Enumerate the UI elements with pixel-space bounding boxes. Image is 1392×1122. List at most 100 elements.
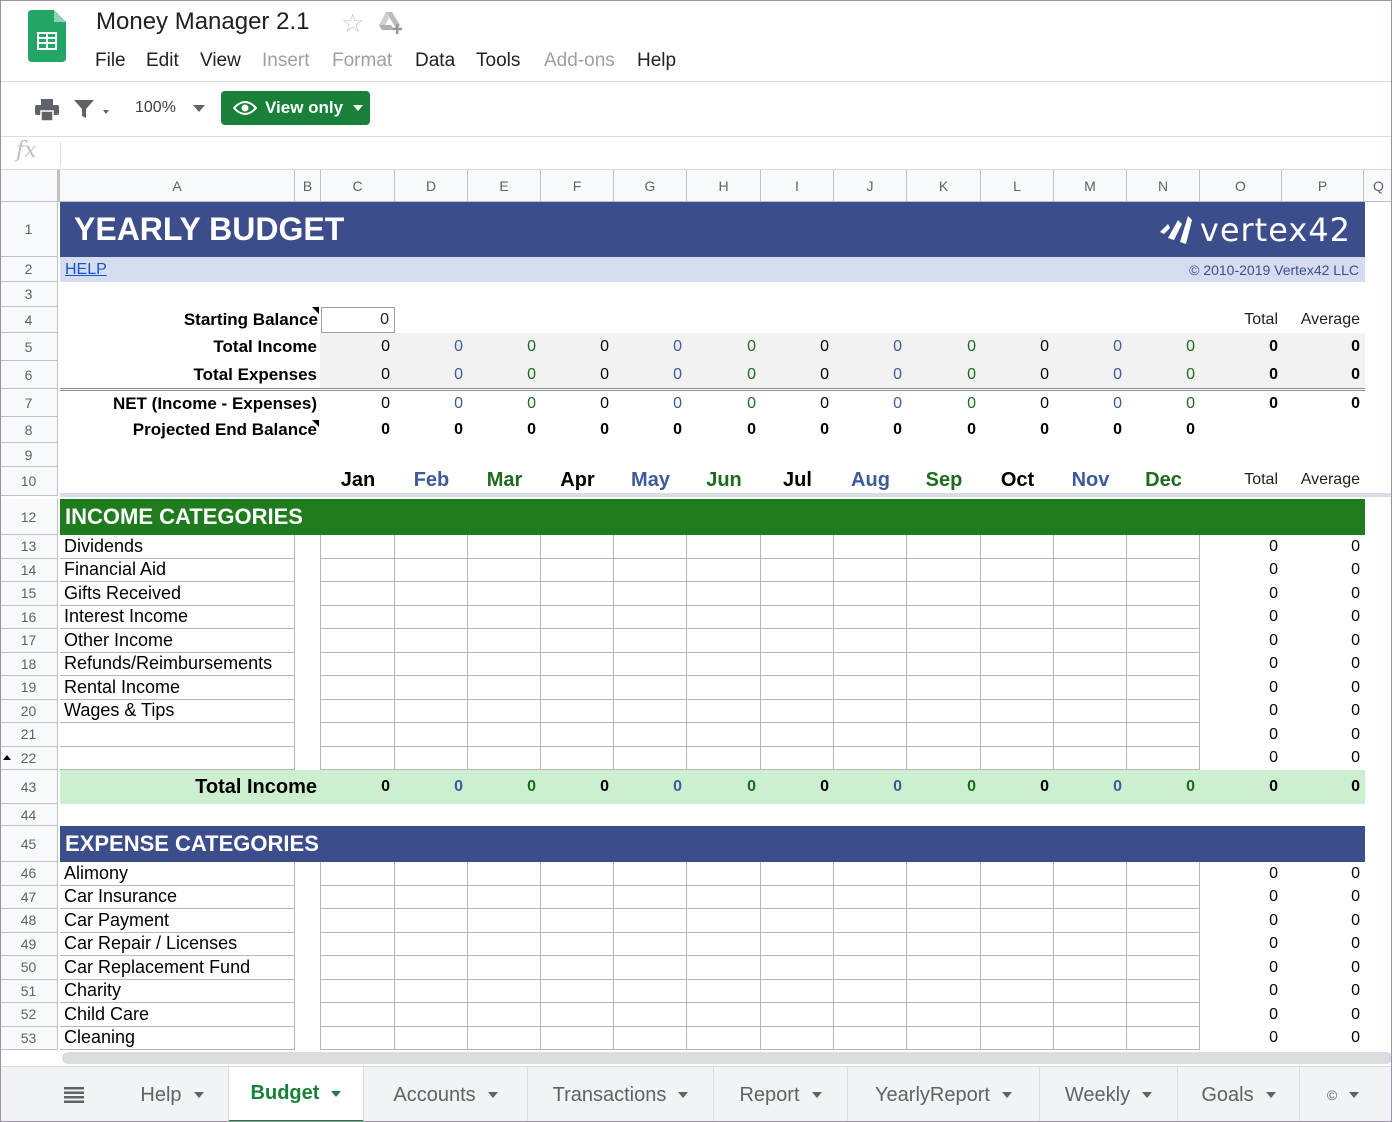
income-month-cell[interactable] [834,605,907,629]
expense-month-cell[interactable] [1054,956,1127,980]
income-month-cell[interactable] [907,699,981,723]
income-month-cell[interactable] [468,582,541,606]
sheet-tab[interactable]: YearlyReport [848,1067,1040,1122]
income-month-cell[interactable] [321,746,395,770]
tab-dropdown-icon[interactable] [193,1092,204,1098]
income-month-cell[interactable] [907,582,981,606]
income-month-cell[interactable] [1054,652,1127,676]
income-month-cell[interactable] [614,582,687,606]
row-header[interactable]: 14 [0,558,58,582]
expense-month-cell[interactable] [907,909,981,933]
formula-input[interactable] [74,142,1384,166]
menu-file[interactable]: File [95,50,126,72]
income-month-cell[interactable] [1127,652,1200,676]
column-header-n[interactable]: N [1127,170,1200,202]
row-header[interactable]: 21 [0,723,58,747]
income-month-cell[interactable] [614,723,687,747]
income-month-cell[interactable] [761,535,834,559]
star-icon[interactable]: ☆ [341,8,364,39]
income-month-cell[interactable] [395,629,468,653]
income-month-cell[interactable] [907,629,981,653]
expense-row-label[interactable]: Charity [60,979,295,1003]
income-month-cell[interactable] [1054,699,1127,723]
row-header[interactable]: 4 [0,307,58,333]
row-header[interactable]: 52 [0,1003,58,1027]
expense-row-label[interactable]: Car Repair / Licenses [60,932,295,956]
column-header-g[interactable]: G [614,170,687,202]
expense-month-cell[interactable] [834,1026,907,1050]
expense-month-cell[interactable] [395,932,468,956]
row-header[interactable]: 19 [0,676,58,700]
expense-month-cell[interactable] [395,979,468,1003]
expense-month-cell[interactable] [614,885,687,909]
income-month-cell[interactable] [468,629,541,653]
select-all-corner[interactable] [0,170,60,202]
income-month-cell[interactable] [1054,676,1127,700]
income-row-label[interactable]: Rental Income [60,676,295,700]
expense-month-cell[interactable] [614,932,687,956]
expense-month-cell[interactable] [1054,862,1127,886]
income-month-cell[interactable] [468,676,541,700]
row-header[interactable]: 51 [0,979,58,1003]
expense-month-cell[interactable] [395,956,468,980]
income-month-cell[interactable] [761,746,834,770]
expense-month-cell[interactable] [834,956,907,980]
expense-month-cell[interactable] [981,885,1054,909]
income-month-cell[interactable] [1054,582,1127,606]
column-header-l[interactable]: L [981,170,1054,202]
expense-month-cell[interactable] [907,979,981,1003]
income-month-cell[interactable] [541,652,614,676]
expense-month-cell[interactable] [981,1026,1054,1050]
expense-month-cell[interactable] [761,956,834,980]
row-header[interactable]: 47 [0,885,58,909]
expense-month-cell[interactable] [614,956,687,980]
expense-row-label[interactable]: Car Payment [60,909,295,933]
expense-month-cell[interactable] [541,1026,614,1050]
expense-month-cell[interactable] [981,956,1054,980]
expense-month-cell[interactable] [834,909,907,933]
all-sheets-icon[interactable] [64,1087,84,1108]
row-header[interactable]: 7 [0,389,58,417]
expense-month-cell[interactable] [614,1003,687,1027]
income-month-cell[interactable] [614,629,687,653]
income-month-cell[interactable] [761,582,834,606]
tab-dropdown-icon[interactable] [487,1092,498,1098]
income-month-cell[interactable] [1127,558,1200,582]
row-header[interactable]: 15 [0,582,58,606]
expense-month-cell[interactable] [541,932,614,956]
expense-month-cell[interactable] [468,1026,541,1050]
income-month-cell[interactable] [468,746,541,770]
income-month-cell[interactable] [687,558,761,582]
expense-month-cell[interactable] [981,932,1054,956]
row-header[interactable]: 12 [0,499,58,535]
sheet-tab[interactable]: Weekly [1040,1067,1178,1122]
income-month-cell[interactable] [468,699,541,723]
income-month-cell[interactable] [907,535,981,559]
expense-month-cell[interactable] [614,979,687,1003]
expense-month-cell[interactable] [468,885,541,909]
income-month-cell[interactable] [321,629,395,653]
income-month-cell[interactable] [1054,558,1127,582]
row-header[interactable]: 50 [0,956,58,980]
income-month-cell[interactable] [614,676,687,700]
income-month-cell[interactable] [687,582,761,606]
income-month-cell[interactable] [395,746,468,770]
income-month-cell[interactable] [395,582,468,606]
income-row-label[interactable]: Financial Aid [60,558,295,582]
income-month-cell[interactable] [981,582,1054,606]
income-month-cell[interactable] [1054,535,1127,559]
column-header-c[interactable]: C [321,170,395,202]
expense-month-cell[interactable] [541,956,614,980]
column-header-h[interactable]: H [687,170,761,202]
sheet-tab[interactable]: Help [116,1067,229,1122]
income-month-cell[interactable] [907,723,981,747]
income-month-cell[interactable] [541,582,614,606]
expense-month-cell[interactable] [1127,862,1200,886]
expense-month-cell[interactable] [687,1003,761,1027]
income-month-cell[interactable] [834,629,907,653]
expense-month-cell[interactable] [321,1026,395,1050]
expense-month-cell[interactable] [981,1003,1054,1027]
income-month-cell[interactable] [834,723,907,747]
group-collapse-icon[interactable] [3,755,11,760]
expense-month-cell[interactable] [834,885,907,909]
